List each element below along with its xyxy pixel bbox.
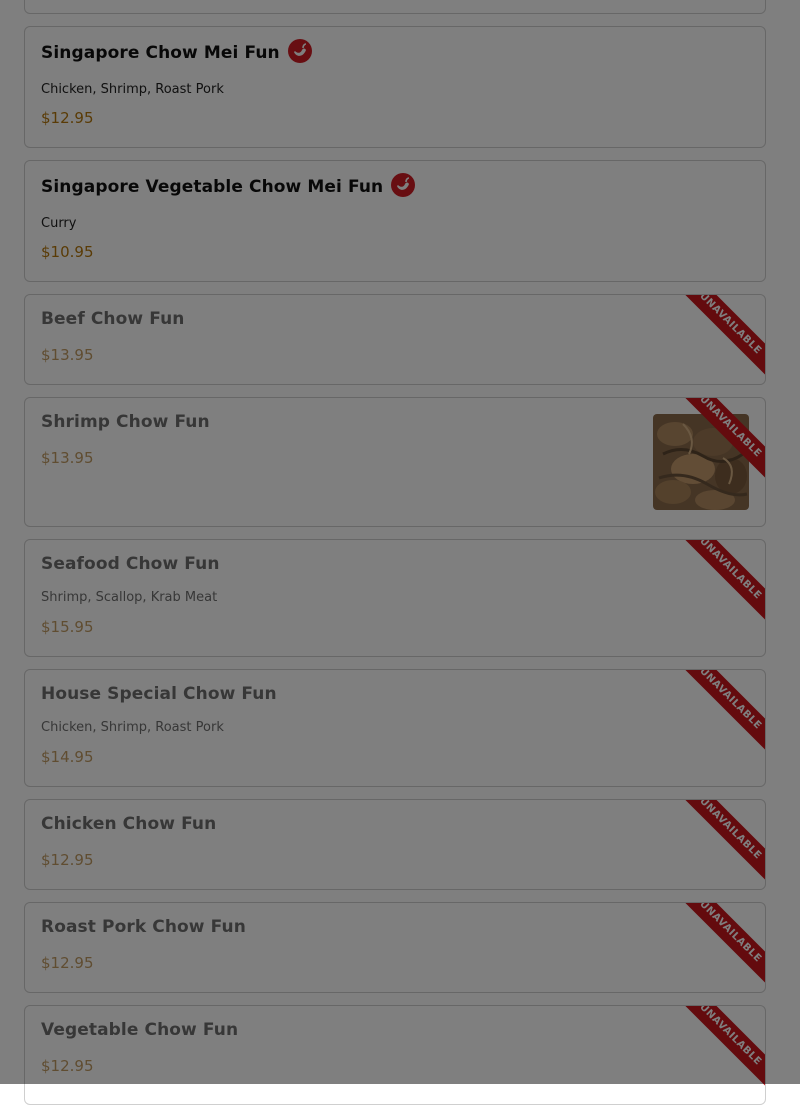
menu-item-card[interactable]: Beef Chow Fun $13.95 UNAVAILABLE xyxy=(24,294,766,385)
chili-pepper-icon xyxy=(287,39,312,63)
menu-item-price: $13.95 xyxy=(41,346,94,364)
chili-pepper-icon xyxy=(391,173,416,197)
menu-item-description: Shrimp, Scallop, Krab Meat xyxy=(41,590,218,605)
menu-item-name: Singapore Chow Mei Fun xyxy=(41,43,280,63)
menu-item-price: $12.95 xyxy=(41,954,94,972)
menu-item-card[interactable]: Seafood Chow Fun Shrimp, Scallop, Krab M… xyxy=(24,539,766,657)
menu-item-description: Curry xyxy=(41,216,77,231)
menu-item-card[interactable]: Vegetable Chow Fun $12.95 UNAVAILABLE xyxy=(24,1005,766,1105)
menu-item-price: $12.95 xyxy=(41,851,94,869)
menu-item-card[interactable]: Singapore Vegetable Chow Mei Fun Curry $… xyxy=(24,160,766,282)
menu-item-name: Roast Pork Chow Fun xyxy=(41,917,246,937)
menu-item-card[interactable]: Shrimp Chow Fun $13.95 UNAVAILABLE xyxy=(24,397,766,527)
menu-item-price: $14.95 xyxy=(41,748,94,766)
menu-item-card[interactable]: House Special Chow Fun Chicken, Shrimp, … xyxy=(24,669,766,787)
menu-item-name: Shrimp Chow Fun xyxy=(41,412,210,432)
menu-item-price: $10.95 xyxy=(41,243,94,261)
menu-item-description: Chicken, Shrimp, Roast Pork xyxy=(41,720,224,735)
menu-item-card-partial[interactable] xyxy=(24,0,766,14)
unavailable-badge: UNAVAILABLE xyxy=(669,670,765,760)
menu-item-name: Singapore Vegetable Chow Mei Fun xyxy=(41,177,384,197)
menu-item-name: Chicken Chow Fun xyxy=(41,814,217,834)
menu-item-title: Singapore Vegetable Chow Mei Fun xyxy=(41,173,416,199)
menu-item-price: $12.95 xyxy=(41,1057,94,1075)
menu-item-price: $12.95 xyxy=(41,109,94,127)
menu-item-card[interactable]: Singapore Chow Mei Fun Chicken, Shrimp, … xyxy=(24,26,766,148)
menu-item-description: Chicken, Shrimp, Roast Pork xyxy=(41,82,224,97)
unavailable-badge: UNAVAILABLE xyxy=(669,1006,765,1096)
menu-item-name: Seafood Chow Fun xyxy=(41,554,220,574)
unavailable-badge: UNAVAILABLE xyxy=(669,903,765,992)
menu-item-name: Beef Chow Fun xyxy=(41,309,185,329)
menu-item-price: $15.95 xyxy=(41,618,94,636)
unavailable-badge: UNAVAILABLE xyxy=(669,800,765,889)
menu-item-price: $13.95 xyxy=(41,449,94,467)
menu-item-title: Singapore Chow Mei Fun xyxy=(41,39,312,65)
menu-item-card[interactable]: Chicken Chow Fun $12.95 UNAVAILABLE xyxy=(24,799,766,890)
unavailable-badge: UNAVAILABLE xyxy=(669,540,765,630)
menu-item-name: Vegetable Chow Fun xyxy=(41,1020,239,1040)
menu-item-name: House Special Chow Fun xyxy=(41,684,277,704)
menu-item-card[interactable]: Roast Pork Chow Fun $12.95 UNAVAILABLE xyxy=(24,902,766,993)
unavailable-badge: UNAVAILABLE xyxy=(669,295,765,384)
